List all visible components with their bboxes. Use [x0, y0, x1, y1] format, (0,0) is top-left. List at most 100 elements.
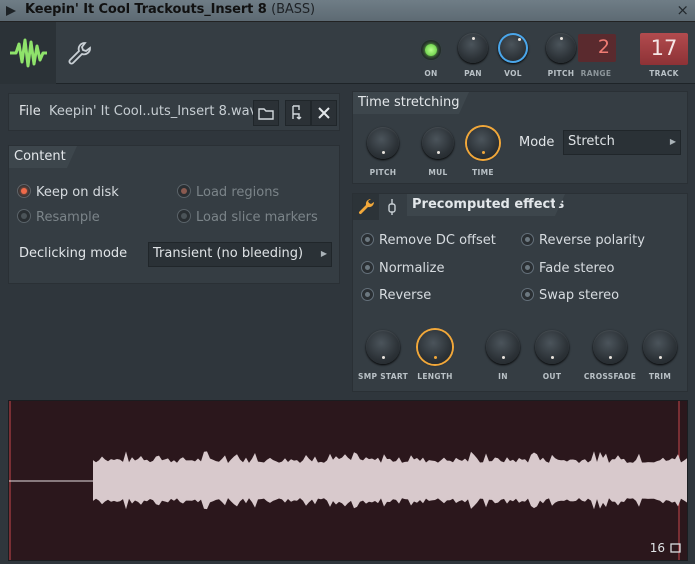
- ts-mul-knob[interactable]: [422, 127, 454, 159]
- swap-stereo-toggle[interactable]: Swap stereo: [521, 288, 619, 303]
- toggle-dot: [521, 233, 534, 246]
- in-knob[interactable]: [486, 330, 520, 364]
- waveform-tab-button[interactable]: [0, 22, 56, 84]
- pan-knob[interactable]: [458, 33, 488, 63]
- waveform-shape: [93, 451, 687, 510]
- smp-start-knob[interactable]: [366, 330, 400, 364]
- keep-on-disk-radio[interactable]: Keep on disk: [17, 184, 119, 200]
- stretch-mode-select[interactable]: Stretch ▶: [563, 130, 681, 155]
- toggle-dot: [521, 288, 534, 301]
- chevron-right-icon: ▶: [320, 249, 327, 258]
- ts-pitch-label: PITCH: [369, 168, 397, 177]
- plug-icon[interactable]: [385, 198, 399, 216]
- toggle-dot: [361, 261, 374, 274]
- out-label: OUT: [542, 372, 562, 381]
- radio-label: Keep on disk: [36, 185, 119, 200]
- radio-dot: [17, 209, 31, 223]
- zoom-value: 16: [649, 541, 665, 555]
- channel-toolbar: ON PAN VOL PITCH 2 RANGE 17 TRACK: [0, 22, 695, 84]
- file-browse-icon: [292, 105, 302, 120]
- toggle-label: Reverse polarity: [539, 233, 645, 248]
- radio-dot: [17, 184, 31, 198]
- mode-label: Mode: [519, 135, 555, 150]
- precomputed-header: Precomputed effects: [407, 194, 565, 216]
- track-number-value: 17: [650, 36, 678, 60]
- browse-file-button[interactable]: [285, 100, 311, 126]
- window-subtitle: (BASS): [271, 2, 315, 17]
- load-slice-markers-radio[interactable]: Load slice markers: [177, 209, 318, 225]
- toggle-label: Reverse: [379, 288, 432, 303]
- vol-label: VOL: [504, 69, 522, 78]
- content-header: Content: [9, 146, 77, 168]
- range-label: RANGE: [580, 69, 612, 78]
- close-icon: [318, 107, 330, 119]
- arrow-icon[interactable]: [4, 4, 18, 18]
- toggle-label: Swap stereo: [539, 288, 620, 303]
- close-window-button[interactable]: ×: [676, 1, 689, 19]
- waveform-display[interactable]: 16: [8, 400, 688, 561]
- on-label: ON: [424, 69, 438, 78]
- load-regions-radio[interactable]: Load regions: [177, 184, 279, 200]
- ts-time-label: TIME: [472, 168, 494, 177]
- length-knob[interactable]: [418, 330, 452, 364]
- pitch-range-display[interactable]: 2: [578, 34, 616, 62]
- folder-icon: [258, 108, 274, 120]
- precomputed-effects-panel: Precomputed effects Remove DC offset Nor…: [352, 193, 688, 392]
- file-panel: File Keepin' It Cool..uts_Insert 8.wav: [8, 93, 340, 131]
- stretch-mode-value: Stretch: [568, 134, 615, 149]
- waveform-graphic: [9, 401, 687, 560]
- wrench-icon: [358, 198, 375, 215]
- title-bar[interactable]: Keepin' It Cool Trackouts_Insert 8 (BASS…: [0, 0, 695, 22]
- chevron-right-icon: ▶: [669, 137, 676, 146]
- toggle-label: Remove DC offset: [379, 233, 496, 248]
- channel-on-toggle[interactable]: [421, 40, 441, 60]
- ts-mul-label: MUL: [428, 168, 448, 177]
- time-stretching-panel: Time stretching PITCH MUL TIME Mode Stre…: [352, 91, 688, 184]
- radio-label: Load regions: [196, 185, 280, 200]
- length-label: LENGTH: [417, 372, 453, 381]
- ts-time-knob[interactable]: [467, 127, 499, 159]
- file-name: Keepin' It Cool..uts_Insert 8.wav: [49, 104, 258, 119]
- remove-file-button[interactable]: [311, 100, 337, 126]
- resample-radio[interactable]: Resample: [17, 209, 100, 225]
- wrench-icon[interactable]: [66, 40, 92, 66]
- waveform-icon: [10, 38, 47, 68]
- crossfade-label: CROSSFADE: [583, 372, 637, 381]
- content-panel: Content Keep on disk Load regions Resamp…: [8, 145, 340, 284]
- track-number-display[interactable]: 17: [640, 33, 688, 65]
- declicking-mode-select[interactable]: Transient (no bleeding) ▶: [148, 242, 332, 267]
- in-label: IN: [498, 372, 508, 381]
- out-knob[interactable]: [535, 330, 569, 364]
- trim-label: TRIM: [648, 372, 672, 381]
- open-file-button[interactable]: [253, 100, 279, 126]
- radio-label: Resample: [36, 210, 100, 225]
- radio-label: Load slice markers: [196, 210, 318, 225]
- pitch-knob[interactable]: [546, 33, 576, 63]
- window-title: Keepin' It Cool Trackouts_Insert 8 (BASS…: [25, 2, 315, 17]
- reverse-polarity-toggle[interactable]: Reverse polarity: [521, 233, 645, 248]
- time-stretching-header: Time stretching: [353, 92, 469, 114]
- track-label: TRACK: [649, 69, 679, 78]
- file-label: File: [19, 104, 41, 119]
- toggle-label: Fade stereo: [539, 261, 615, 276]
- remove-dc-offset-toggle[interactable]: Remove DC offset: [361, 233, 496, 248]
- reverse-toggle[interactable]: Reverse: [361, 288, 431, 303]
- effects-wrench-button[interactable]: [353, 194, 379, 220]
- fade-stereo-toggle[interactable]: Fade stereo: [521, 261, 615, 276]
- toggle-dot: [521, 261, 534, 274]
- loop-icon[interactable]: [669, 542, 682, 554]
- pitch-label: PITCH: [547, 69, 575, 78]
- window-title-text: Keepin' It Cool Trackouts_Insert 8: [25, 2, 267, 17]
- radio-dot: [177, 209, 191, 223]
- ts-pitch-knob[interactable]: [367, 127, 399, 159]
- toggle-dot: [361, 233, 374, 246]
- normalize-toggle[interactable]: Normalize: [361, 261, 444, 276]
- crossfade-knob[interactable]: [593, 330, 627, 364]
- pitch-range-value: 2: [597, 36, 610, 58]
- radio-dot: [177, 184, 191, 198]
- toggle-dot: [361, 288, 374, 301]
- toggle-label: Normalize: [379, 261, 445, 276]
- volume-knob[interactable]: [498, 33, 528, 63]
- declicking-label: Declicking mode: [19, 246, 128, 261]
- trim-knob[interactable]: [643, 330, 677, 364]
